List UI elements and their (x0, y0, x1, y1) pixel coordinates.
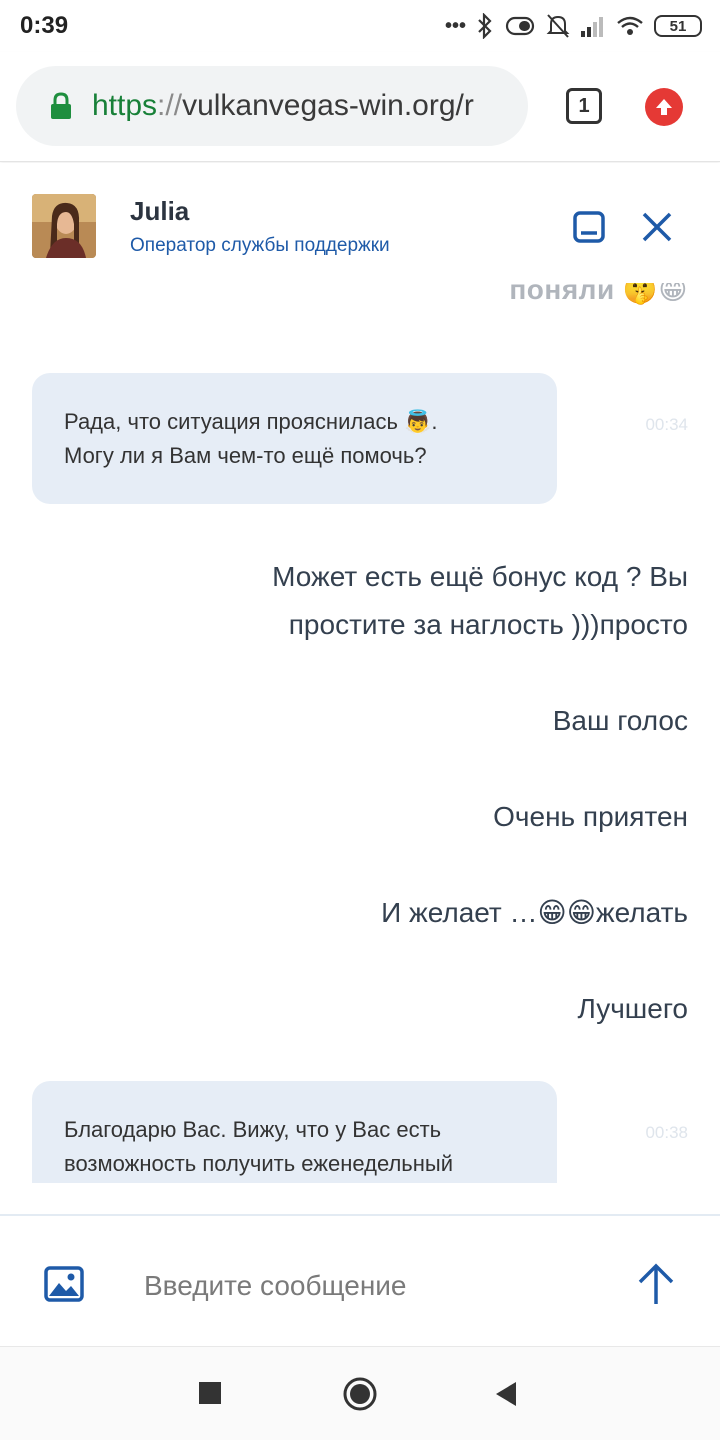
back-button[interactable] (494, 1380, 518, 1408)
attach-image-button[interactable] (44, 1266, 84, 1302)
url-bar[interactable]: https://vulkanvegas-win.org/r (16, 66, 528, 146)
message-time: 00:34 (645, 415, 688, 434)
recent-apps-button[interactable] (199, 1382, 221, 1404)
message-line: простите за наглость )))просто (288, 609, 688, 640)
more-dots-icon: ••• (444, 14, 466, 37)
image-icon (44, 1266, 84, 1302)
operator-message: Благодарю Вас. Вижу, что у Вас есть возм… (32, 1081, 557, 1183)
mute-bell-icon (546, 12, 570, 40)
user-message: И желает …😁😁желать (381, 897, 688, 928)
arrow-up-icon (638, 1263, 674, 1304)
close-icon (642, 212, 672, 242)
operator-message: Рада, что ситуация прояснилась 👼. Могу л… (32, 373, 557, 504)
message-composer (0, 1214, 720, 1344)
battery-indicator: 51 (654, 15, 702, 37)
user-message: Может есть ещё бонус код ? Вы простите з… (272, 553, 688, 649)
vibrate-icon (504, 12, 536, 40)
close-chat-button[interactable] (640, 210, 674, 244)
home-button[interactable] (343, 1377, 377, 1411)
message-time: 00:38 (645, 1123, 688, 1142)
arrow-up-icon (656, 99, 672, 115)
status-bar: 0:39 ••• 51 (0, 0, 720, 52)
operator-role: Оператор службы поддержки (130, 235, 390, 256)
user-message: Ваш голос (552, 705, 688, 736)
operator-name: Julia (130, 196, 190, 226)
message-line: Благодарю Вас. Вижу, что у Вас есть (64, 1117, 442, 1142)
tab-switcher-button[interactable]: 1 (566, 88, 602, 124)
browser-toolbar: https://vulkanvegas-win.org/r 1 (0, 52, 720, 162)
wifi-icon (616, 12, 644, 40)
send-button[interactable] (636, 1262, 676, 1306)
system-nav-bar (0, 1346, 720, 1440)
url-separator: :// (157, 89, 183, 122)
minimize-chat-button[interactable] (572, 210, 606, 244)
user-message: Лучшего (577, 993, 688, 1024)
home-circle-icon (343, 1377, 377, 1411)
back-triangle-icon (496, 1382, 516, 1406)
user-message: Очень приятен (493, 801, 688, 832)
message-line: Рада, что ситуация прояснилась 👼. (64, 409, 438, 434)
lock-icon (51, 92, 71, 119)
chat-messages[interactable]: поняли 🤫😁 Рада, что ситуация прояснилась… (0, 283, 720, 1183)
status-icons: ••• 51 (445, 12, 702, 40)
message-clipped: поняли 🤫😁 (509, 283, 688, 305)
url-scheme: https (92, 89, 158, 122)
signal-icon (580, 12, 606, 40)
message-line: возможность получить еженедельный (64, 1151, 454, 1176)
chat-header: Julia Оператор службы поддержки (0, 163, 720, 283)
operator-avatar (32, 194, 96, 258)
bluetooth-icon (476, 12, 494, 40)
message-line: Могу ли я Вам чем-то ещё помочь? (64, 443, 427, 468)
url-host: vulkanvegas-win.org/r (182, 89, 474, 122)
status-time: 0:39 (20, 12, 69, 39)
minimize-icon (573, 211, 605, 243)
message-line: Может есть ещё бонус код ? Вы (272, 561, 688, 592)
message-input[interactable] (144, 1266, 564, 1306)
url-text: https://vulkanvegas-win.org/r (92, 89, 474, 123)
update-browser-button[interactable] (645, 88, 683, 126)
